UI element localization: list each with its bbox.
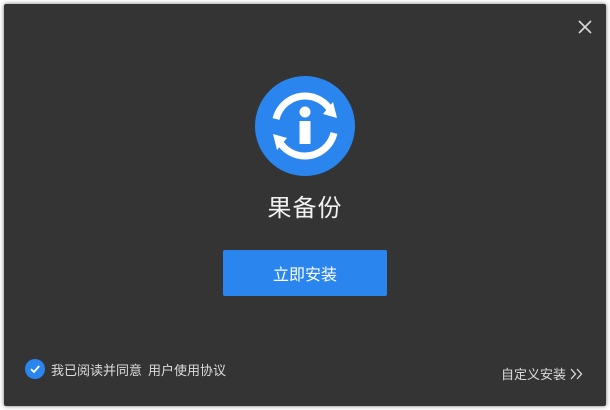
agree-text: 我已阅读并同意 — [51, 363, 143, 379]
user-agreement-link[interactable]: 用户使用协议 — [148, 360, 226, 379]
agreement-row: 我已阅读并同意 用户使用协议 — [25, 358, 226, 380]
close-button[interactable] — [574, 16, 596, 38]
app-name: 果备份 — [267, 194, 343, 222]
app-logo-icon — [255, 76, 355, 176]
custom-install-link[interactable]: 自定义安装 — [501, 364, 584, 383]
double-chevron-right-icon — [570, 368, 583, 379]
checkmark-icon — [30, 365, 40, 374]
agree-checkbox[interactable] — [25, 359, 45, 379]
custom-install-label: 自定义安装 — [500, 368, 566, 383]
close-icon — [578, 20, 592, 34]
install-now-button[interactable]: 立即安装 — [223, 250, 387, 296]
installer-window: 果备份 立即安装 我已阅读并同意 用户使用协议 自定义安装 — [4, 4, 606, 406]
